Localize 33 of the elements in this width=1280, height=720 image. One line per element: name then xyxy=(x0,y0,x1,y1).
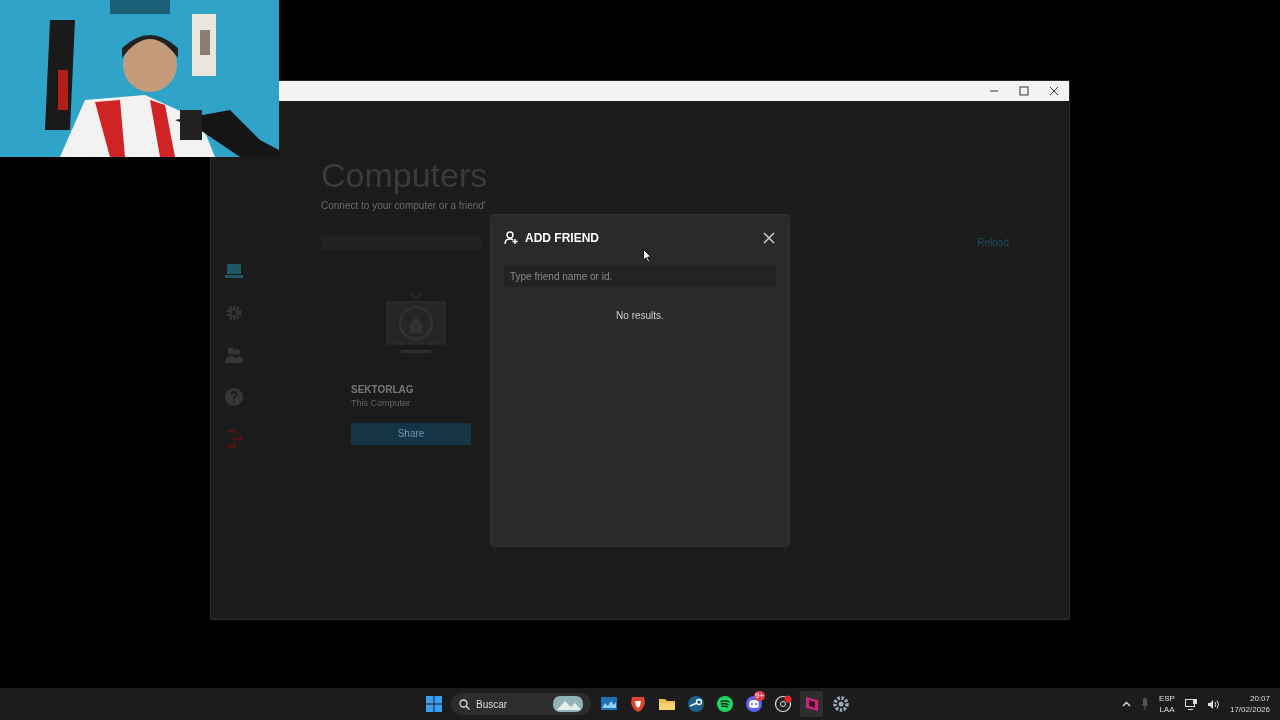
empty-message: No results. xyxy=(615,309,665,323)
search-icon xyxy=(459,698,470,710)
computer-label: This Computer xyxy=(351,397,412,411)
search-label: Buscar xyxy=(476,697,509,712)
chat-icon xyxy=(744,695,763,713)
mouse-pointer-icon xyxy=(643,249,652,263)
volume-icon[interactable] xyxy=(1206,698,1220,710)
page-subtitle: Connect to your computer or a friend' xyxy=(321,199,487,214)
taskbar-app[interactable]: 9+ xyxy=(742,691,765,717)
computer-icon xyxy=(223,261,244,281)
share-button[interactable]: Share xyxy=(351,422,471,445)
clock-date[interactable]: 17/02/2026 xyxy=(1229,704,1270,715)
dialog-title: ADD FRIEND xyxy=(525,230,600,247)
chart-icon xyxy=(599,695,618,713)
computer-name: SEKTORLAG xyxy=(351,383,415,398)
close-button[interactable] xyxy=(762,231,776,245)
language-indicator[interactable]: LAA xyxy=(1159,704,1175,715)
record-icon xyxy=(773,695,792,713)
language-indicator[interactable]: ESP xyxy=(1158,693,1175,704)
friend-search-field[interactable]: Type friend name or id. xyxy=(504,265,776,287)
help-icon xyxy=(223,387,244,407)
network-icon[interactable] xyxy=(1184,698,1197,710)
music-icon xyxy=(715,695,734,713)
taskbar-search[interactable]: Buscar xyxy=(451,693,591,715)
add-user-icon xyxy=(504,231,518,245)
clock-time[interactable]: 20:07 xyxy=(1249,693,1270,704)
landscape-icon xyxy=(553,696,583,712)
settings-icon xyxy=(831,695,850,713)
close-icon xyxy=(1049,86,1059,96)
chevron-up-icon[interactable] xyxy=(1121,701,1131,707)
notification-badge: 9+ xyxy=(753,691,765,701)
maximize-icon xyxy=(1019,86,1029,96)
users-icon xyxy=(223,345,244,365)
